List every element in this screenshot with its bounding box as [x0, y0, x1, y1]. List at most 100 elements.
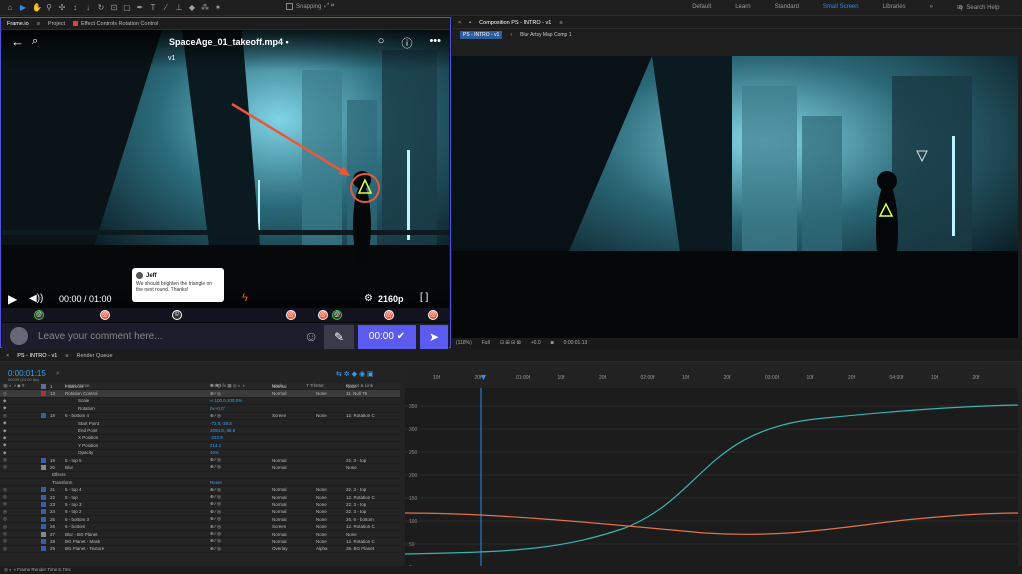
search-icon[interactable]: ⌕ [56, 370, 60, 378]
hand-tool-icon[interactable]: ✋ [32, 3, 42, 12]
property-name[interactable]: Scale [78, 398, 89, 403]
zoom-level[interactable]: (118%) [456, 340, 472, 346]
dolly-tool-icon[interactable]: ↓ [84, 3, 92, 12]
eraser-tool-icon[interactable]: ◆ [188, 3, 196, 12]
video-title[interactable]: SpaceAge_01_takeoff.mp4 • [169, 37, 289, 47]
layer-trk[interactable]: None [316, 524, 327, 529]
send-icon[interactable]: ➤ [420, 325, 448, 349]
breadcrumb-comp[interactable]: PS - INTRO - v1 [460, 31, 503, 39]
property-value[interactable]: 2094.8,-38.8 [210, 428, 235, 433]
property-name[interactable]: Start Point [78, 421, 99, 426]
layer-row[interactable]: ◎ 13 Rotation Control ⊕ ∕ ◎ Normal None 11. Nu… [0, 390, 400, 398]
layer-mode[interactable]: Normal [272, 465, 287, 470]
exposure-value[interactable]: +0.0 [531, 340, 541, 346]
layer-mode[interactable]: Normal [272, 458, 287, 463]
group-row[interactable]: Transform Reset [0, 479, 400, 487]
layer-name[interactable]: 6 - bottom 3 [65, 517, 89, 522]
layer-name[interactable]: 5 - top 4 [65, 487, 82, 492]
tab-frameio[interactable]: Frame.io [7, 21, 29, 27]
layer-switches-icon[interactable]: ⊕ ∕ ◎ [210, 413, 221, 419]
graph-editor[interactable]: 350300250200150100500 [404, 388, 1019, 571]
camera-icon[interactable]: ◙ [551, 340, 554, 346]
tab-menu-icon[interactable]: ≡ [65, 353, 68, 359]
marker-avatar[interactable]: @ [318, 310, 328, 320]
stamp-tool-icon[interactable]: ⊥ [175, 3, 183, 12]
visibility-icon[interactable]: ◎ [3, 487, 7, 493]
layer-name[interactable]: 5 - top [65, 495, 78, 500]
roto-tool-icon[interactable]: ⁂ [201, 3, 209, 12]
emoji-icon[interactable]: ☺ [304, 328, 318, 344]
marker-avatar[interactable]: @ [332, 310, 342, 320]
search-help[interactable]: ⚲ Search Help [959, 3, 1014, 13]
keyframe-nav-icon[interactable]: ◆ [3, 428, 6, 434]
property-name[interactable]: End Point [78, 428, 98, 433]
anchor-tool-icon[interactable]: ⊡ [110, 3, 118, 12]
workspace-small-screen[interactable]: Small Screen [823, 4, 859, 11]
orbit-tool-icon[interactable]: ✣ [58, 3, 66, 12]
layer-mode[interactable]: Normal [272, 384, 287, 389]
visibility-icon[interactable]: ◎ [3, 464, 7, 470]
layer-trk[interactable]: None [316, 509, 327, 514]
layer-row[interactable]: ◎ 28 BG Planet - Mask ⊕ ∕ ◎ Normal None 12. Ro… [0, 538, 400, 546]
property-name[interactable]: X Position [78, 435, 98, 440]
layer-switches-icon[interactable]: ⊕ ∕ ◎ [210, 464, 221, 470]
view-options-icon[interactable]: ⊡ ⊞ ⊟ ⊠ [500, 340, 521, 346]
label-color[interactable] [41, 524, 46, 530]
tab-menu-icon[interactable]: ≡ [559, 20, 562, 26]
label-color[interactable] [41, 487, 46, 493]
marker-avatar[interactable]: @ [286, 310, 296, 320]
property-row[interactable]: ◆ Opacity 40% [0, 450, 400, 457]
visibility-icon[interactable]: ◎ [3, 546, 7, 552]
tab-timeline[interactable]: PS - INTRO - v1 [17, 353, 57, 359]
visibility-icon[interactable]: ◎ [3, 516, 7, 522]
layer-row[interactable]: ◎ 1 Frame.io ⊕ ∕ ◎ Normal None [0, 383, 400, 391]
snapping-checkbox[interactable] [286, 3, 293, 10]
timeline-switches[interactable]: ⇆ ✲ ◆ ◉ ▣ [336, 370, 374, 378]
layer-switches-icon[interactable]: ⊕ ∕ ◎ [210, 494, 221, 500]
layer-switches-icon[interactable]: ⊕ ∕ ◎ [210, 538, 221, 544]
pan-tool-icon[interactable]: ↕ [71, 3, 79, 12]
layer-switches-icon[interactable]: ⊕ ∕ ◎ [210, 391, 221, 397]
property-row[interactable]: ◆ End Point 2094.8,-38.8 [0, 427, 400, 435]
more-icon[interactable]: ••• [429, 35, 441, 51]
version-label[interactable]: v1 [168, 55, 175, 62]
layer-parent[interactable]: 22. 3 - top [346, 487, 366, 492]
layer-row[interactable]: ◎ 25 6 - bottom 3 ⊕ ∕ ◎ Normal None 26. 6 - bo… [0, 516, 400, 524]
visibility-icon[interactable]: ◎ [3, 538, 7, 544]
property-name[interactable]: Effects [52, 472, 66, 477]
property-name[interactable]: Rotation [78, 406, 95, 411]
layer-mode[interactable]: Normal [272, 517, 287, 522]
layer-row[interactable]: ◎ 18 6 - bottom 4 ⊕ ∕ ◎ Screen None 12. Rotati… [0, 413, 400, 420]
layer-parent[interactable]: 28. BG Planet [346, 546, 374, 551]
layer-mode[interactable]: Overlay [272, 546, 288, 551]
property-name[interactable]: Transform [52, 480, 72, 485]
workspace-default[interactable]: Default [692, 4, 711, 11]
visibility-icon[interactable]: ◎ [3, 457, 7, 463]
marker-avatar[interactable]: @ [384, 310, 394, 320]
layer-parent[interactable]: 12. Rotation C [346, 413, 375, 418]
resolution-select[interactable]: Full [482, 340, 490, 346]
breadcrumb-subcomp[interactable]: Blur Artsy Map Comp 1 [520, 32, 571, 38]
property-value[interactable]: 0x+0.0° [210, 406, 225, 411]
label-color[interactable] [41, 509, 46, 515]
layer-name[interactable]: 5 - top 2 [65, 509, 82, 514]
visibility-icon[interactable]: ◎ [3, 531, 7, 537]
layer-switches-icon[interactable]: ⊕ ∕ ◎ [210, 457, 221, 463]
layer-mode[interactable]: Normal [272, 391, 287, 396]
visibility-icon[interactable]: ◎ [3, 413, 7, 419]
resolution-label[interactable]: 2160p [378, 294, 404, 304]
layer-name[interactable]: 5 - top 3 [65, 502, 82, 507]
layer-row[interactable]: ◎ 20 Blur ⊕ ∕ ◎ Normal None [0, 464, 400, 472]
label-color[interactable] [41, 546, 46, 552]
layer-parent[interactable]: 22. 3 - top [346, 509, 366, 514]
layer-mode[interactable]: Screen [272, 524, 286, 529]
layer-row[interactable]: ◎ 21 5 - top 4 ⊕ ∕ ◎ Normal None 22. 3 - top [0, 486, 400, 494]
close-icon[interactable]: × [458, 20, 461, 26]
layer-parent[interactable]: 26. 6 - bottom [346, 517, 374, 522]
tab-composition[interactable]: Composition PS - INTRO - v1 [479, 20, 551, 26]
layer-switches-icon[interactable]: ⊕ ∕ ◎ [210, 501, 221, 507]
visibility-icon[interactable]: ◎ [3, 391, 7, 397]
footer-icons[interactable]: ◎ ◐ ◑ [4, 567, 16, 572]
layer-row[interactable]: ◎ 29 BG Planet - Texture ⊕ ∕ ◎ Overlay Alpha 2… [0, 546, 400, 553]
annotation-tool-icon[interactable]: ϟ [242, 292, 248, 304]
